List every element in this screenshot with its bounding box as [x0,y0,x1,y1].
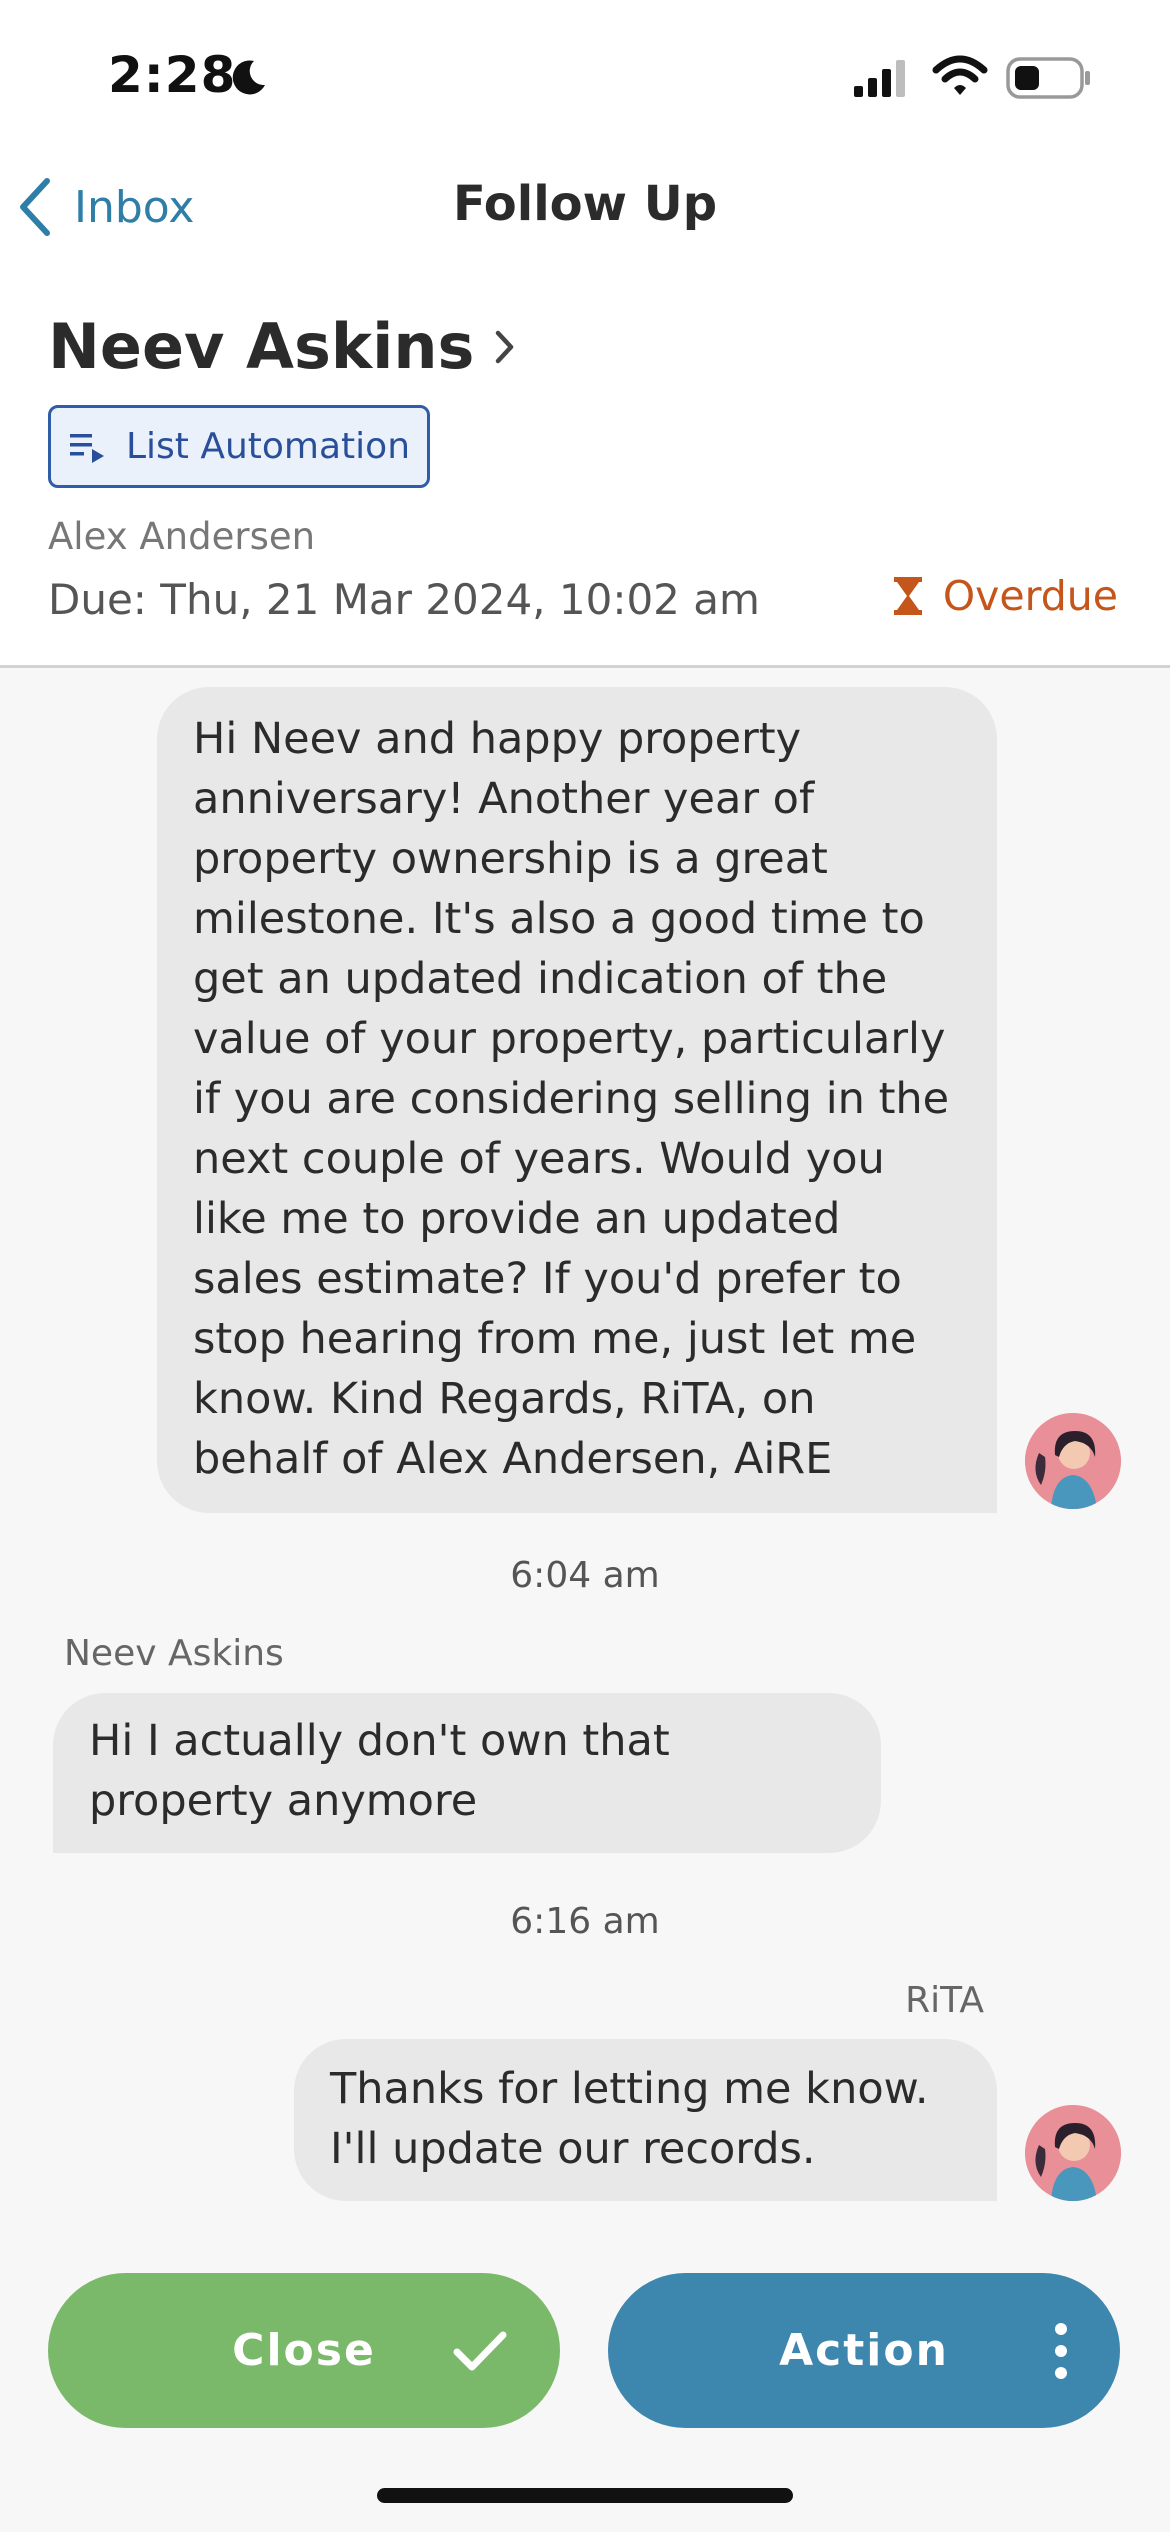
moon-icon [232,60,265,95]
sender-name: RiTA [905,1980,984,2021]
close-button-label: Close [232,2325,376,2376]
checkmark-icon [453,2331,507,2370]
sender-name: Neev Askins [64,1633,284,1674]
more-vertical-icon[interactable] [1054,2322,1068,2380]
contact-name-link[interactable]: Neev Askins [48,310,516,383]
wifi-icon [932,55,988,95]
action-button-label: Action [779,2325,949,2376]
list-automation-tag[interactable]: List Automation [48,405,430,488]
battery-icon [1006,57,1090,99]
home-indicator[interactable] [377,2488,793,2503]
signal-icon [854,60,905,97]
message-timestamp: 6:04 am [510,1555,660,1596]
message-bubble-outgoing: Hi Neev and happy property anniversary! … [157,687,997,1513]
overdue-label: Overdue [942,572,1118,620]
action-button[interactable]: Action [608,2273,1120,2428]
page-title: Follow Up [452,176,718,232]
close-button[interactable]: Close [48,2273,560,2428]
avatar [1025,2105,1121,2201]
playlist-icon [69,433,104,463]
status-time: 2:28 [108,46,237,104]
message-bubble-incoming: Hi I actually don't own that property an… [53,1693,881,1853]
hourglass-icon [893,577,922,615]
chevron-right-icon [496,330,514,363]
avatar [1025,1413,1121,1509]
message-timestamp: 6:16 am [510,1901,660,1942]
assignee-name: Alex Andersen [48,515,316,558]
contact-name: Neev Askins [48,310,475,383]
overdue-status: Overdue [893,572,1118,620]
tag-label: List Automation [125,426,411,467]
message-bubble-outgoing: Thanks for letting me know. I'll update … [294,2039,997,2201]
due-date: Due: Thu, 21 Mar 2024, 10:02 am [48,575,760,624]
